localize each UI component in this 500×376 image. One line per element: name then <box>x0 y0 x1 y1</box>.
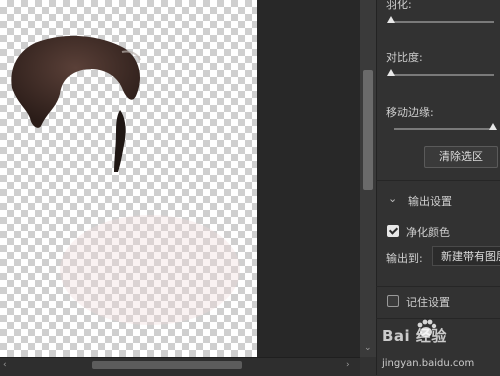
contrast-slider-thumb[interactable] <box>387 69 395 76</box>
vertical-scrollbar-thumb[interactable] <box>363 70 373 190</box>
feather-label: 羽化: <box>386 0 412 11</box>
section-divider <box>376 286 500 287</box>
scroll-arrow-left-icon[interactable]: ‹ <box>3 360 7 370</box>
shift-edge-slider-thumb[interactable] <box>489 123 497 130</box>
image-canvas[interactable] <box>0 0 257 357</box>
output-to-dropdown[interactable]: 新建带有图层蒙版的图层 <box>432 246 500 266</box>
clear-selection-button[interactable]: 清除选区 <box>424 146 498 168</box>
remember-settings-checkbox[interactable] <box>387 295 399 307</box>
shift-edge-label: 移动边缘: <box>386 106 434 119</box>
decontaminate-label: 净化颜色 <box>406 226 450 239</box>
feather-slider[interactable] <box>390 21 494 23</box>
contrast-slider[interactable] <box>390 74 494 76</box>
scroll-arrow-down-icon[interactable]: ⌄ <box>364 343 372 353</box>
watermark-brand: Bai 经验 <box>382 327 447 345</box>
watermark-url: jingyan.baidu.com <box>382 358 475 369</box>
contrast-label: 对比度: <box>386 51 423 64</box>
section-divider <box>376 180 500 181</box>
shift-edge-slider[interactable] <box>394 128 494 130</box>
chevron-down-icon[interactable]: ⌄ <box>388 192 397 205</box>
output-to-label: 输出到: <box>386 252 423 265</box>
remember-settings-label: 记住设置 <box>406 296 450 309</box>
feather-slider-thumb[interactable] <box>387 16 395 23</box>
scroll-arrow-right-icon[interactable]: › <box>346 360 350 370</box>
horizontal-scrollbar-thumb[interactable] <box>92 361 242 369</box>
section-divider <box>376 318 500 319</box>
hair-cutout-image <box>11 35 240 325</box>
output-settings-title[interactable]: 输出设置 <box>408 193 452 209</box>
decontaminate-checkbox[interactable] <box>387 225 399 237</box>
